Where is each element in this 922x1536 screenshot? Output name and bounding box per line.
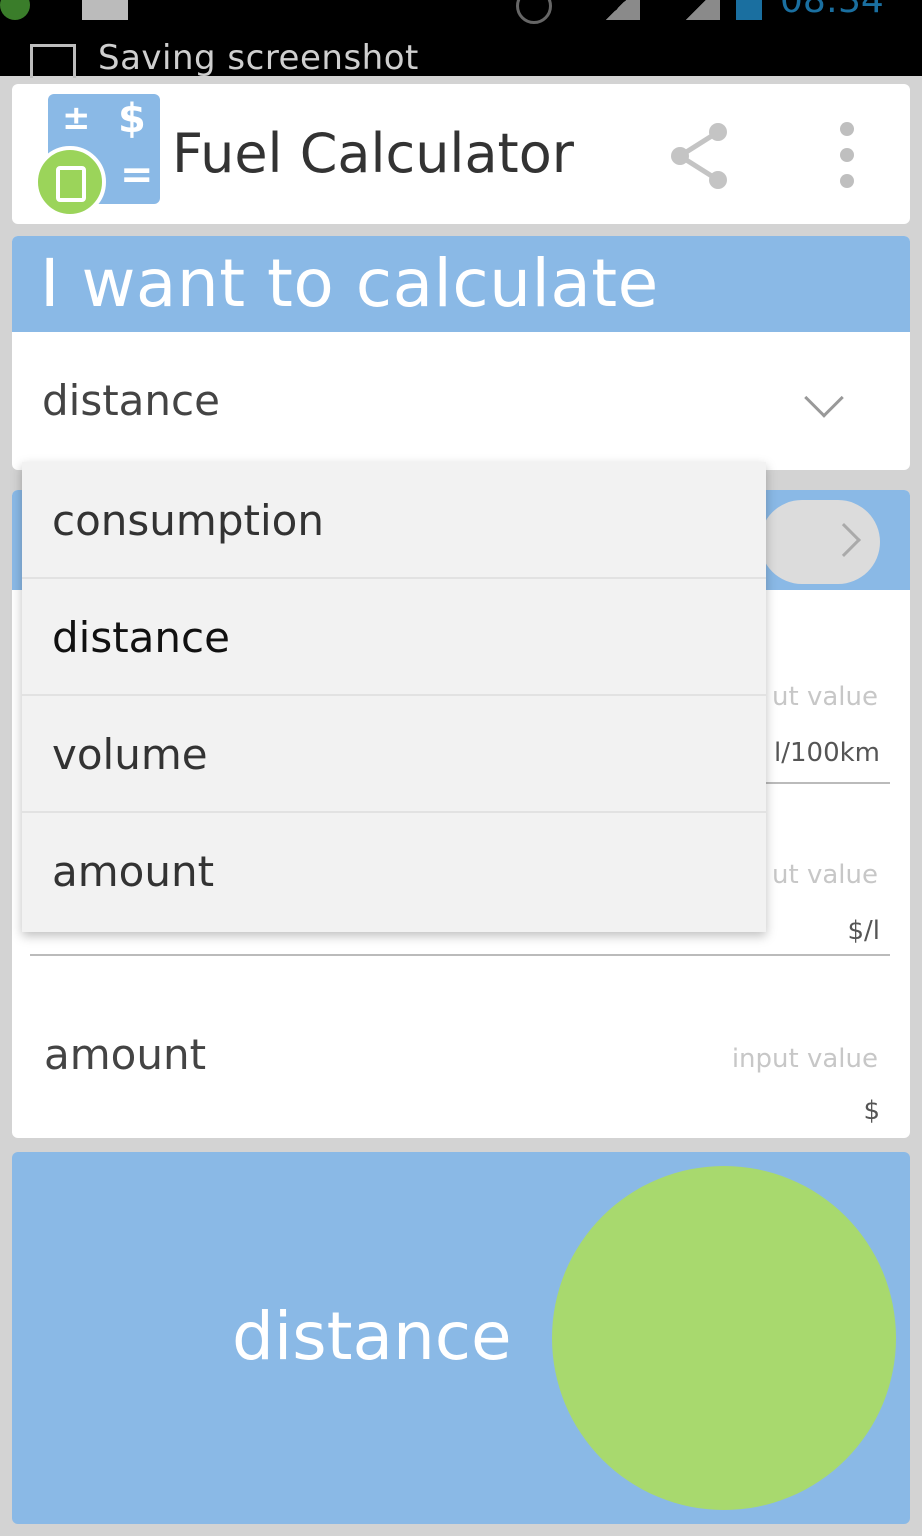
- dropdown-item-distance[interactable]: distance: [22, 579, 766, 696]
- signal-icon-2: [680, 0, 720, 20]
- dropdown-item-volume[interactable]: volume: [22, 696, 766, 813]
- field-label: amount: [44, 1030, 207, 1079]
- app-notification-icon: [0, 0, 30, 20]
- result-label: distance: [232, 1298, 512, 1375]
- calculate-card: I want to calculate distance: [12, 236, 910, 470]
- chevron-right-icon: [827, 523, 861, 557]
- field-unit: $: [863, 1096, 880, 1126]
- share-icon[interactable]: [668, 122, 732, 190]
- price-input[interactable]: ut value: [772, 860, 878, 890]
- dropdown-item-consumption[interactable]: consumption: [22, 462, 766, 579]
- overflow-menu-icon[interactable]: [838, 122, 856, 188]
- unit-toggle[interactable]: [760, 500, 880, 584]
- calculate-header: I want to calculate: [12, 236, 910, 332]
- screenshot-icon: [82, 0, 128, 20]
- calculate-type-dropdown: consumption distance volume amount: [22, 462, 766, 932]
- alarm-icon: [516, 0, 552, 24]
- amount-field[interactable]: amount input value $: [30, 1000, 910, 1130]
- field-unit: l/100km: [774, 738, 880, 768]
- calculate-type-spinner[interactable]: distance: [12, 332, 910, 470]
- signal-icon: [600, 0, 640, 20]
- calculate-button[interactable]: [552, 1166, 896, 1510]
- amount-input[interactable]: input value: [732, 1044, 878, 1074]
- chevron-down-icon: [804, 378, 844, 418]
- dropdown-item-amount[interactable]: amount: [22, 813, 766, 930]
- status-time: 08:34: [780, 0, 884, 21]
- battery-icon: [736, 0, 762, 20]
- result-panel: distance: [12, 1152, 910, 1524]
- fuel-calculator-app-icon: ± $ =: [34, 94, 160, 218]
- app-title: Fuel Calculator: [172, 122, 574, 185]
- status-bar: 08:34 Saving screenshot: [0, 0, 922, 78]
- notification-text: Saving screenshot: [98, 38, 419, 78]
- consumption-input[interactable]: ut value: [772, 682, 878, 712]
- action-bar: ± $ = Fuel Calculator: [12, 84, 910, 224]
- screenshot-notification-icon: [30, 44, 76, 78]
- spinner-selected-value: distance: [42, 376, 220, 425]
- field-unit: $/l: [847, 916, 880, 946]
